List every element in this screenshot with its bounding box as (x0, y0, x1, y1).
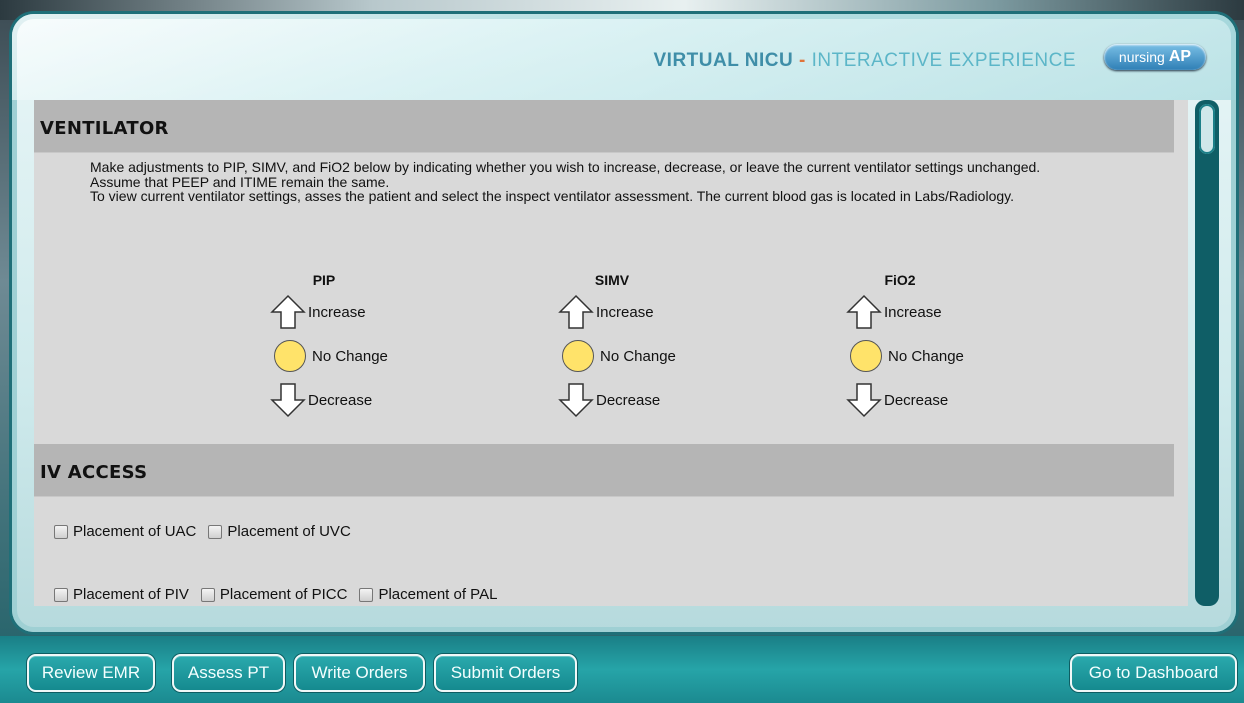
checkbox-label: Placement of PAL (378, 586, 498, 603)
checkbox[interactable] (200, 587, 215, 602)
checkbox[interactable] (54, 587, 68, 602)
checkbox[interactable] (359, 587, 374, 602)
logo-badge: AP (1168, 48, 1192, 65)
nursing-ap-logo: nursing AP (1104, 44, 1206, 70)
increase-label: Increase (884, 303, 942, 321)
checkbox-uvc[interactable]: Placement of UVC (208, 523, 351, 540)
simv-increase-option[interactable]: Increase (558, 292, 654, 332)
bottom-toolbar: Review EMR Assess PT Write Orders Submit… (0, 636, 1244, 703)
checkbox-label: Placement of UAC (73, 523, 197, 540)
iv-access-row: Placement of UAC Placement of UVC (54, 523, 363, 540)
no-change-radio[interactable] (274, 340, 306, 372)
checkbox-picc[interactable]: Placement of PICC (200, 586, 348, 603)
arrow-up-icon[interactable] (846, 294, 882, 330)
fio2-decrease-option[interactable]: Decrease (846, 380, 948, 420)
no-change-radio[interactable] (850, 340, 882, 372)
arrow-down-icon[interactable] (270, 382, 306, 418)
decrease-label: Decrease (596, 391, 661, 409)
write-orders-button[interactable]: Write Orders (294, 654, 425, 692)
iv-access-heading: IV ACCESS (40, 462, 148, 483)
checkbox-piv[interactable]: Placement of PIV (54, 586, 189, 603)
checkbox[interactable] (54, 524, 68, 539)
app-title-dash: - (793, 50, 812, 71)
decrease-label: Decrease (884, 391, 949, 409)
ventilator-instructions: Make adjustments to PIP, SIMV, and FiO2 … (90, 160, 1110, 204)
ventilator-section-header: VENTILATOR (34, 100, 1174, 153)
review-emr-button[interactable]: Review EMR (27, 654, 155, 692)
pip-decrease-option[interactable]: Decrease (270, 380, 372, 420)
iv-access-section-header: IV ACCESS (34, 444, 1174, 497)
ventilator-heading: VENTILATOR (40, 118, 169, 139)
no-change-radio[interactable] (562, 340, 594, 372)
checkbox-pal[interactable]: Placement of PAL (359, 586, 497, 603)
arrow-up-icon[interactable] (270, 294, 306, 330)
no-change-label: No Change (312, 347, 388, 365)
checkbox-label: Placement of PIV (73, 586, 189, 603)
vertical-scrollbar[interactable] (1195, 100, 1219, 606)
app-title-main: VIRTUAL NICU (653, 50, 794, 71)
instruction-line: Make adjustments to PIP, SIMV, and FiO2 … (90, 159, 1041, 175)
submit-orders-button[interactable]: Submit Orders (434, 654, 577, 692)
no-change-label: No Change (888, 347, 964, 365)
instruction-line: Assume that PEEP and ITIME remain the sa… (90, 173, 390, 190)
pip-no-change-option[interactable]: No Change (270, 336, 388, 376)
decrease-label: Decrease (308, 391, 373, 409)
checkbox-label: Placement of PICC (219, 586, 348, 603)
pip-increase-option[interactable]: Increase (270, 292, 366, 332)
checkbox[interactable] (208, 524, 223, 539)
fio2-label: FiO2 (884, 272, 916, 288)
scrollbar-thumb[interactable] (1199, 104, 1215, 154)
app-title-sub: INTERACTIVE EXPERIENCE (811, 50, 1076, 71)
orders-panel: VENTILATOR Make adjustments to PIP, SIMV… (34, 100, 1188, 606)
instruction-line: To view current ventilator settings, ass… (90, 188, 1014, 204)
simv-label: SIMV (594, 272, 630, 288)
go-to-dashboard-button[interactable]: Go to Dashboard (1070, 654, 1237, 692)
app-title: VIRTUAL NICU - INTERACTIVE EXPERIENCE (654, 50, 1077, 72)
arrow-up-icon[interactable] (558, 294, 594, 330)
increase-label: Increase (308, 303, 366, 321)
no-change-label: No Change (600, 347, 676, 365)
fio2-no-change-option[interactable]: No Change (846, 336, 964, 376)
pip-label: PIP (312, 272, 336, 288)
simv-no-change-option[interactable]: No Change (558, 336, 676, 376)
iv-access-row: Placement of PIV Placement of PICC Place… (54, 586, 509, 603)
increase-label: Increase (596, 303, 654, 321)
arrow-down-icon[interactable] (558, 382, 594, 418)
arrow-down-icon[interactable] (846, 382, 882, 418)
checkbox-label: Placement of UVC (227, 523, 351, 540)
fio2-increase-option[interactable]: Increase (846, 292, 942, 332)
logo-text: nursing (1118, 49, 1165, 65)
checkbox-uac[interactable]: Placement of UAC (54, 523, 196, 540)
main-window: VIRTUAL NICU - INTERACTIVE EXPERIENCE nu… (12, 14, 1236, 632)
simv-decrease-option[interactable]: Decrease (558, 380, 660, 420)
assess-pt-button[interactable]: Assess PT (172, 654, 285, 692)
